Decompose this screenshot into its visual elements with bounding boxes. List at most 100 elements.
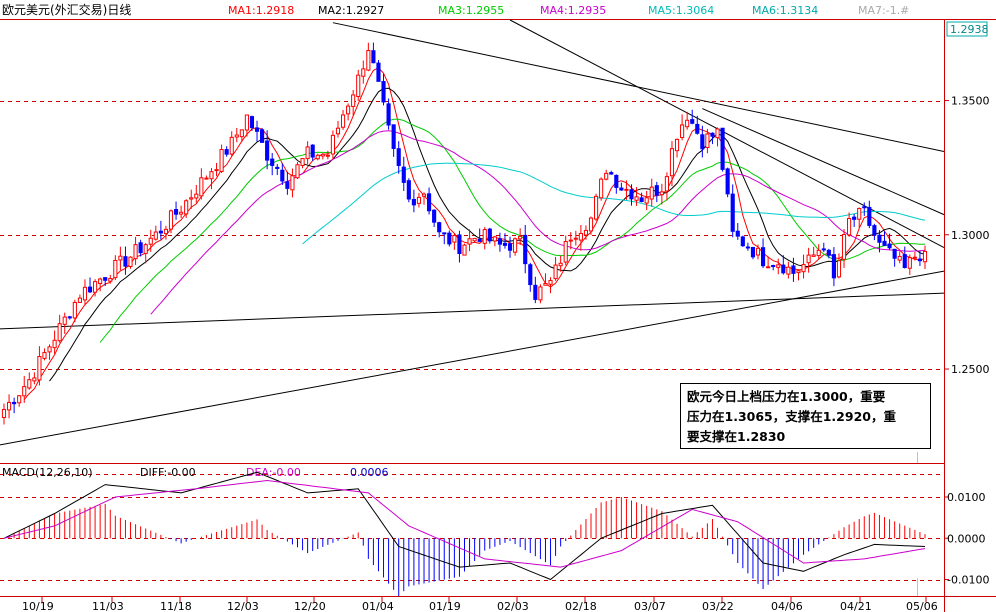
- candle-body-down: [497, 238, 502, 245]
- candle-body-up: [513, 238, 518, 253]
- candle-body-down: [376, 62, 381, 82]
- candle-body-up: [578, 232, 583, 241]
- candle-body-up: [766, 266, 771, 269]
- candle-body-down: [401, 166, 406, 183]
- candle-body-up: [346, 105, 351, 115]
- candle-body-up: [644, 197, 649, 204]
- date-tick-label: 03/07: [634, 600, 666, 612]
- ma-legend: MA1:1.2918 MA2:1.2927 MA3:1.2955 MA4:1.2935…: [228, 4, 909, 17]
- candle-body-down: [442, 232, 447, 235]
- candle-body-up: [558, 262, 563, 267]
- candle-body-down: [750, 246, 756, 258]
- analysis-note-line-3: 要支撑在1.2830: [687, 429, 786, 444]
- candle-body-up: [6, 401, 12, 411]
- candle: [740, 235, 745, 247]
- candle-body-down: [447, 232, 452, 245]
- macd-tick-label: 0.0100: [947, 491, 986, 504]
- candle-body-down: [427, 193, 432, 212]
- candle-body-down: [260, 129, 265, 143]
- candle-body-up: [179, 211, 184, 215]
- candle-body-down: [862, 206, 867, 209]
- candle-body-up: [32, 377, 37, 382]
- candle-body-up: [133, 244, 138, 260]
- ma-label: MA7:-1.#: [858, 4, 909, 17]
- candle-body-down: [867, 206, 872, 226]
- candle-body-up: [361, 68, 366, 77]
- candle-body-up: [680, 124, 685, 139]
- candle-body-down: [629, 189, 634, 200]
- candle-body-down: [852, 216, 857, 220]
- candle-body-up: [538, 286, 543, 301]
- candle-body-up: [320, 153, 325, 157]
- candle-body-up: [472, 237, 477, 242]
- candle-body-down: [411, 198, 416, 206]
- candle-body-down: [528, 264, 533, 286]
- candle-body-up: [548, 280, 553, 285]
- candle-body-up: [553, 264, 558, 280]
- candle-body-up: [300, 158, 305, 166]
- candle-body-up: [811, 254, 816, 257]
- price-tick-label: 1.3500: [951, 95, 990, 108]
- candle-body-down: [826, 249, 831, 256]
- candle-body-down: [917, 258, 923, 262]
- candle-body-up: [209, 171, 214, 180]
- candle-body-up: [153, 231, 158, 240]
- macd-histogram-value: 0.0006: [350, 466, 389, 479]
- candle-body-up: [685, 119, 690, 128]
- analysis-note-line-2: 压力在1.3065，支撑在1.2920，重: [687, 409, 896, 424]
- candle-body-down: [12, 401, 17, 405]
- candle-body-up: [705, 133, 710, 149]
- candle: [447, 230, 452, 247]
- candle-body-down: [103, 277, 108, 281]
- candle-body-down: [735, 230, 740, 237]
- candle-body-down: [406, 180, 411, 200]
- candle-body-up: [340, 114, 346, 128]
- candle-body-down: [477, 238, 482, 242]
- candle-body-up: [244, 114, 249, 131]
- candle-body-up: [801, 264, 806, 273]
- candle-body-up: [806, 254, 811, 264]
- candle-body-down: [173, 209, 179, 215]
- candle-body-up: [72, 301, 77, 319]
- candle-body-up: [229, 136, 234, 155]
- candle-body-up: [335, 127, 341, 135]
- candle-body-down: [730, 193, 735, 232]
- candle-body-down: [437, 222, 442, 233]
- candle-body-up: [219, 149, 224, 172]
- candle-body-up: [184, 200, 189, 215]
- candle-body-up: [17, 395, 22, 404]
- candle-body-down: [771, 264, 776, 267]
- candle-body-down: [87, 286, 93, 293]
- candle-body-down: [902, 254, 907, 269]
- candle-body-up: [715, 128, 720, 139]
- candle-body-down: [310, 144, 315, 158]
- date-tick-label: 01/04: [362, 600, 394, 612]
- price-tick-label: 1.3000: [951, 229, 990, 242]
- candle-body-down: [892, 248, 897, 259]
- candle-body-up: [62, 316, 67, 325]
- candle-body-up: [796, 270, 801, 274]
- candle: [599, 177, 604, 201]
- analysis-note: 欧元今日上档压力在1.3000，重要 压力在1.3065，支撑在1.2920，重…: [680, 383, 931, 449]
- candle-body-down: [872, 225, 877, 236]
- macd-tick-label: 0.0000: [947, 532, 986, 545]
- candle-body-down: [740, 236, 745, 247]
- date-tick-label: 12/20: [294, 600, 326, 612]
- candle-body-down: [270, 158, 275, 166]
- candle-body-up: [659, 191, 664, 196]
- candle-body-down: [710, 132, 715, 137]
- candle-body-up: [52, 339, 57, 349]
- candle: [376, 60, 381, 82]
- candle-body-down: [760, 247, 766, 267]
- candle-body-up: [1, 408, 7, 419]
- current-price-label: 1.2938: [950, 23, 989, 36]
- candle-body-down: [695, 123, 700, 134]
- candle-body-up: [98, 278, 103, 284]
- date-tick-label: 05/06: [906, 600, 938, 612]
- candle-body-down: [158, 230, 163, 234]
- date-tick-label: 12/03: [227, 600, 259, 612]
- candle-body-up: [351, 94, 356, 107]
- candle-body-down: [432, 209, 437, 223]
- ma-label: MA2:1.2927: [318, 4, 384, 17]
- candle: [406, 178, 411, 203]
